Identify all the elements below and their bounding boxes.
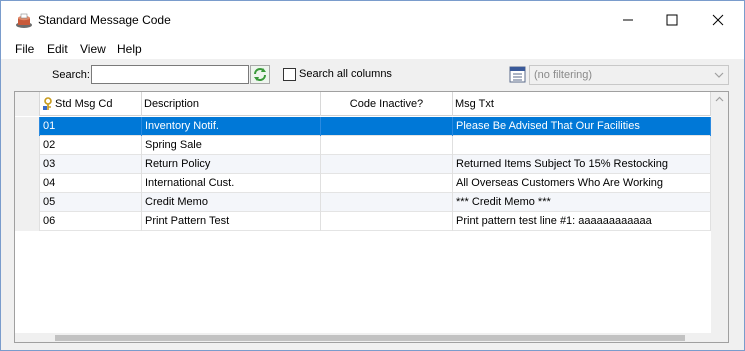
cell-code-inactive[interactable] [321, 193, 453, 212]
row-selector[interactable] [15, 117, 40, 136]
minimize-button[interactable] [605, 1, 651, 39]
grid-header: Std Msg Cd Description Code Inactive? Ms… [15, 92, 711, 116]
horizontal-scrollbar[interactable] [15, 333, 711, 342]
cell-code-inactive[interactable] [321, 174, 453, 193]
vertical-scrollbar[interactable] [711, 92, 728, 333]
cell-std-msg-cd[interactable]: 04 [40, 174, 142, 193]
minimize-icon [623, 19, 633, 21]
message-code-grid: Std Msg Cd Description Code Inactive? Ms… [14, 91, 729, 343]
menu-file[interactable]: File [15, 42, 34, 56]
close-icon [712, 14, 724, 26]
cell-std-msg-cd[interactable]: 01 [40, 117, 142, 136]
cell-description[interactable]: International Cust. [142, 174, 321, 193]
horizontal-scroll-thumb[interactable] [55, 335, 685, 341]
cell-description[interactable]: Inventory Notif. [142, 117, 321, 136]
cell-msg-txt[interactable]: Returned Items Subject To 15% Restocking [453, 155, 711, 174]
table-row[interactable]: 02 Spring Sale [15, 136, 711, 155]
search-all-columns-checkbox[interactable] [283, 68, 296, 81]
key-icon [43, 97, 52, 110]
maximize-icon [666, 14, 678, 26]
table-row[interactable]: 06 Print Pattern Test Print pattern test… [15, 212, 711, 231]
search-input[interactable] [91, 65, 249, 84]
cell-msg-txt[interactable]: *** Credit Memo *** [453, 193, 711, 212]
table-row[interactable]: 01 Inventory Notif. Please Be Advised Th… [15, 117, 711, 136]
menu-help[interactable]: Help [117, 42, 142, 56]
cell-msg-txt[interactable]: Print pattern test line #1: aaaaaaaaaaaa [453, 212, 711, 231]
column-label: Msg Txt [455, 98, 494, 110]
row-selector-header [15, 92, 40, 116]
cell-std-msg-cd[interactable]: 03 [40, 155, 142, 174]
column-header-description[interactable]: Description [142, 92, 321, 116]
refresh-icon[interactable] [250, 65, 270, 84]
menu-edit[interactable]: Edit [47, 42, 68, 56]
cell-description[interactable]: Spring Sale [142, 136, 321, 155]
cell-code-inactive[interactable] [321, 117, 453, 136]
filter-dropdown[interactable]: (no filtering) [529, 65, 729, 85]
row-selector[interactable] [15, 136, 40, 155]
app-icon [16, 13, 32, 28]
column-label: Description [144, 98, 200, 110]
cell-description[interactable]: Return Policy [142, 155, 321, 174]
cell-description[interactable]: Print Pattern Test [142, 212, 321, 231]
cell-code-inactive[interactable] [321, 155, 453, 174]
cell-code-inactive[interactable] [321, 136, 453, 155]
title-bar[interactable]: Standard Message Code [1, 1, 744, 39]
search-all-columns-label[interactable]: Search all columns [299, 68, 392, 80]
table-row[interactable]: 04 International Cust. All Overseas Cust… [15, 174, 711, 193]
cell-std-msg-cd[interactable]: 06 [40, 212, 142, 231]
row-selector[interactable] [15, 174, 40, 193]
column-header-std-msg-cd[interactable]: Std Msg Cd [40, 92, 142, 116]
menu-bar: File Edit View Help [1, 39, 744, 59]
window-title: Standard Message Code [38, 13, 171, 27]
close-button[interactable] [695, 1, 741, 39]
cell-msg-txt[interactable]: All Overseas Customers Who Are Working [453, 174, 711, 193]
chevron-down-icon [714, 72, 724, 78]
table-row[interactable]: 05 Credit Memo *** Credit Memo *** [15, 193, 711, 212]
filter-list-icon[interactable] [508, 65, 528, 84]
scrollbar-corner [711, 333, 728, 342]
column-header-msg-txt[interactable]: Msg Txt [453, 92, 711, 116]
menu-view[interactable]: View [80, 42, 106, 56]
cell-code-inactive[interactable] [321, 212, 453, 231]
row-selector[interactable] [15, 155, 40, 174]
maximize-button[interactable] [649, 1, 695, 39]
filter-value: (no filtering) [534, 69, 593, 81]
column-label: Code Inactive? [349, 98, 424, 110]
column-label: Std Msg Cd [55, 98, 113, 110]
cell-msg-txt[interactable] [453, 136, 711, 155]
row-selector[interactable] [15, 193, 40, 212]
table-row[interactable]: 03 Return Policy Returned Items Subject … [15, 155, 711, 174]
app-window: Standard Message Code File Edit View Hel… [0, 0, 745, 351]
search-toolbar: Search: Search all columns (no filtering… [1, 59, 744, 89]
cell-std-msg-cd[interactable]: 05 [40, 193, 142, 212]
chevron-up-icon[interactable] [715, 96, 724, 102]
cell-description[interactable]: Credit Memo [142, 193, 321, 212]
column-header-code-inactive[interactable]: Code Inactive? [321, 92, 453, 116]
cell-std-msg-cd[interactable]: 02 [40, 136, 142, 155]
row-selector[interactable] [15, 212, 40, 231]
search-label: Search: [52, 69, 90, 81]
cell-msg-txt[interactable]: Please Be Advised That Our Facilities [453, 117, 711, 136]
